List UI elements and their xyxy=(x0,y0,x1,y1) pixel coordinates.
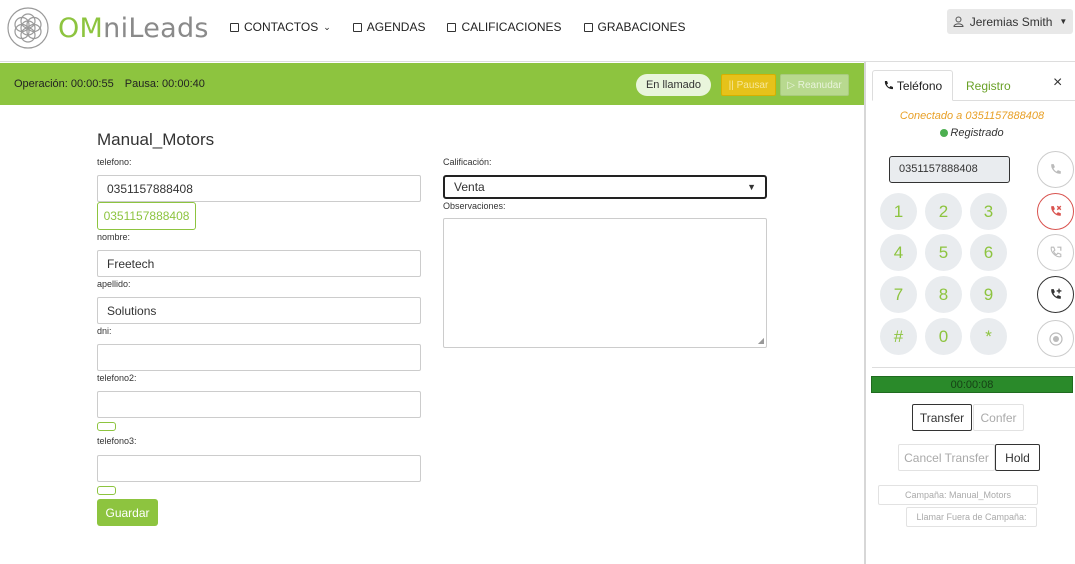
check-square-icon xyxy=(447,22,457,32)
telefono2-input[interactable] xyxy=(97,391,421,418)
observaciones-textarea[interactable]: ◢ xyxy=(443,218,767,348)
campaign-selector[interactable]: Campaña: Manual_Motors xyxy=(878,485,1038,505)
keypad-key-2[interactable]: 2 xyxy=(925,193,962,230)
nombre-input[interactable]: Freetech xyxy=(97,250,421,277)
telefono-call-chip[interactable]: 0351157888408 xyxy=(97,202,196,230)
calificacion-select[interactable]: Venta ▼ xyxy=(443,175,767,199)
nav-contactos-label: CONTACTOS xyxy=(244,20,319,34)
panel-divider xyxy=(864,62,866,564)
user-menu-button[interactable]: Jeremias Smith ▼ xyxy=(947,9,1073,34)
call-state-pill: En llamado xyxy=(636,74,711,96)
nav-agendas[interactable]: AGENDAS xyxy=(352,20,426,34)
logo-text: OMniLeads xyxy=(58,13,209,44)
close-icon[interactable]: × xyxy=(1053,74,1062,92)
dial-number-input[interactable]: 0351157888408 xyxy=(889,156,1010,183)
add-call-button[interactable] xyxy=(1037,276,1074,313)
keypad-key-1[interactable]: 1 xyxy=(880,193,917,230)
status-timers: Operación: 00:00:55 Pausa: 00:00:40 xyxy=(14,78,213,90)
nav-calificaciones[interactable]: CALIFICACIONES xyxy=(447,20,562,34)
telefono3-label: telefono3: xyxy=(97,436,137,446)
phone-icon xyxy=(1051,164,1061,174)
user-name: Jeremias Smith xyxy=(969,14,1053,29)
apellido-label: apellido: xyxy=(97,279,131,289)
keypad-key-9[interactable]: 9 xyxy=(970,276,1007,313)
logo-text-rest: niLeads xyxy=(103,12,209,44)
registration-status-label: Registrado xyxy=(950,127,1004,139)
resume-button[interactable]: ▷ Reanudar xyxy=(780,74,849,96)
caret-down-icon: ▼ xyxy=(1059,17,1068,26)
record-button[interactable] xyxy=(1037,320,1074,357)
logo[interactable]: OMniLeads xyxy=(6,6,209,50)
keypad-key-0[interactable]: 0 xyxy=(925,318,962,355)
status-dot-icon xyxy=(940,129,949,137)
hold-button[interactable]: Hold xyxy=(995,444,1040,471)
nav-calificaciones-label: CALIFICACIONES xyxy=(461,20,562,34)
nav-contactos[interactable]: CONTACTOS ⌄ xyxy=(230,20,331,34)
keypad-key-6[interactable]: 6 xyxy=(970,234,1007,271)
chevron-down-icon: ▼ xyxy=(747,182,756,192)
save-button[interactable]: Guardar xyxy=(97,499,158,526)
resize-handle-icon[interactable]: ◢ xyxy=(758,336,764,345)
transfer-call-button[interactable] xyxy=(1037,234,1074,271)
telefono-label: telefono: xyxy=(97,157,132,167)
telefono3-call-chip[interactable] xyxy=(97,486,116,495)
keypad-key-7[interactable]: 7 xyxy=(880,276,917,313)
nav-agendas-label: AGENDAS xyxy=(366,20,426,34)
panel-separator xyxy=(872,367,1075,368)
keypad-key-hash[interactable]: # xyxy=(880,318,917,355)
telefono3-input[interactable] xyxy=(97,455,421,482)
calificacion-label: Calificación: xyxy=(443,157,492,167)
telefono2-label: telefono2: xyxy=(97,373,137,383)
phone-icon xyxy=(884,81,893,90)
main-nav: CONTACTOS ⌄ AGENDAS CALIFICACIONES GRABA… xyxy=(230,20,708,34)
keypad-key-4[interactable]: 4 xyxy=(880,234,917,271)
keypad-key-3[interactable]: 3 xyxy=(970,193,1007,230)
connected-status: Conectado a 0351157888408 xyxy=(899,110,1045,122)
phone-plus-icon xyxy=(1051,288,1062,299)
nav-grabaciones-label: GRABACIONES xyxy=(597,20,686,34)
tab-telefono[interactable]: Teléfono xyxy=(872,70,953,101)
call-timer: 00:00:08 xyxy=(871,376,1073,393)
operation-timer: Operación: 00:00:55 xyxy=(14,78,114,90)
pause-button[interactable]: || Pausar xyxy=(721,74,776,96)
phone-forward-icon xyxy=(1050,246,1062,258)
record-icon xyxy=(1048,331,1063,346)
calendar-icon xyxy=(352,22,362,32)
phone-tabs: Teléfono Registro xyxy=(872,70,1075,101)
tab-registro[interactable]: Registro xyxy=(966,70,1011,101)
nav-grabaciones[interactable]: GRABACIONES xyxy=(583,20,686,34)
logo-text-main: OM xyxy=(58,12,104,44)
call-button[interactable] xyxy=(1037,151,1074,188)
keypad-key-8[interactable]: 8 xyxy=(925,276,962,313)
tab-telefono-label: Teléfono xyxy=(896,78,943,93)
hangup-button[interactable] xyxy=(1037,193,1074,230)
calificacion-selected-value: Venta xyxy=(454,180,485,194)
conference-button[interactable]: Confer xyxy=(973,404,1024,431)
registration-status: Registrado xyxy=(872,127,1072,139)
call-outside-campaign[interactable]: Llamar Fuera de Campaña: xyxy=(906,507,1037,527)
dni-input[interactable] xyxy=(97,344,421,371)
transfer-button[interactable]: Transfer xyxy=(912,404,972,431)
chevron-down-icon: ⌄ xyxy=(323,21,331,32)
nombre-label: nombre: xyxy=(97,232,131,242)
keypad-key-star[interactable]: * xyxy=(970,318,1007,355)
apellido-input[interactable]: Solutions xyxy=(97,297,421,324)
pause-timer: Pausa: 00:00:40 xyxy=(124,78,205,90)
top-navbar: OMniLeads CONTACTOS ⌄ AGENDAS CALIFICACI… xyxy=(0,0,1075,62)
phone-hangup-icon xyxy=(1051,205,1062,216)
telefono2-call-chip[interactable] xyxy=(97,422,116,431)
observaciones-label: Observaciones: xyxy=(443,201,506,211)
telefono-input[interactable]: 0351157888408 xyxy=(97,175,421,202)
cancel-transfer-button[interactable]: Cancel Transfer xyxy=(898,444,995,471)
flower-of-life-icon xyxy=(7,7,49,49)
user-icon xyxy=(953,16,964,27)
keypad-key-5[interactable]: 5 xyxy=(925,234,962,271)
recording-icon xyxy=(583,22,593,32)
campaign-title: Manual_Motors xyxy=(97,130,215,149)
dni-label: dni: xyxy=(97,326,112,336)
address-book-icon xyxy=(230,22,239,32)
